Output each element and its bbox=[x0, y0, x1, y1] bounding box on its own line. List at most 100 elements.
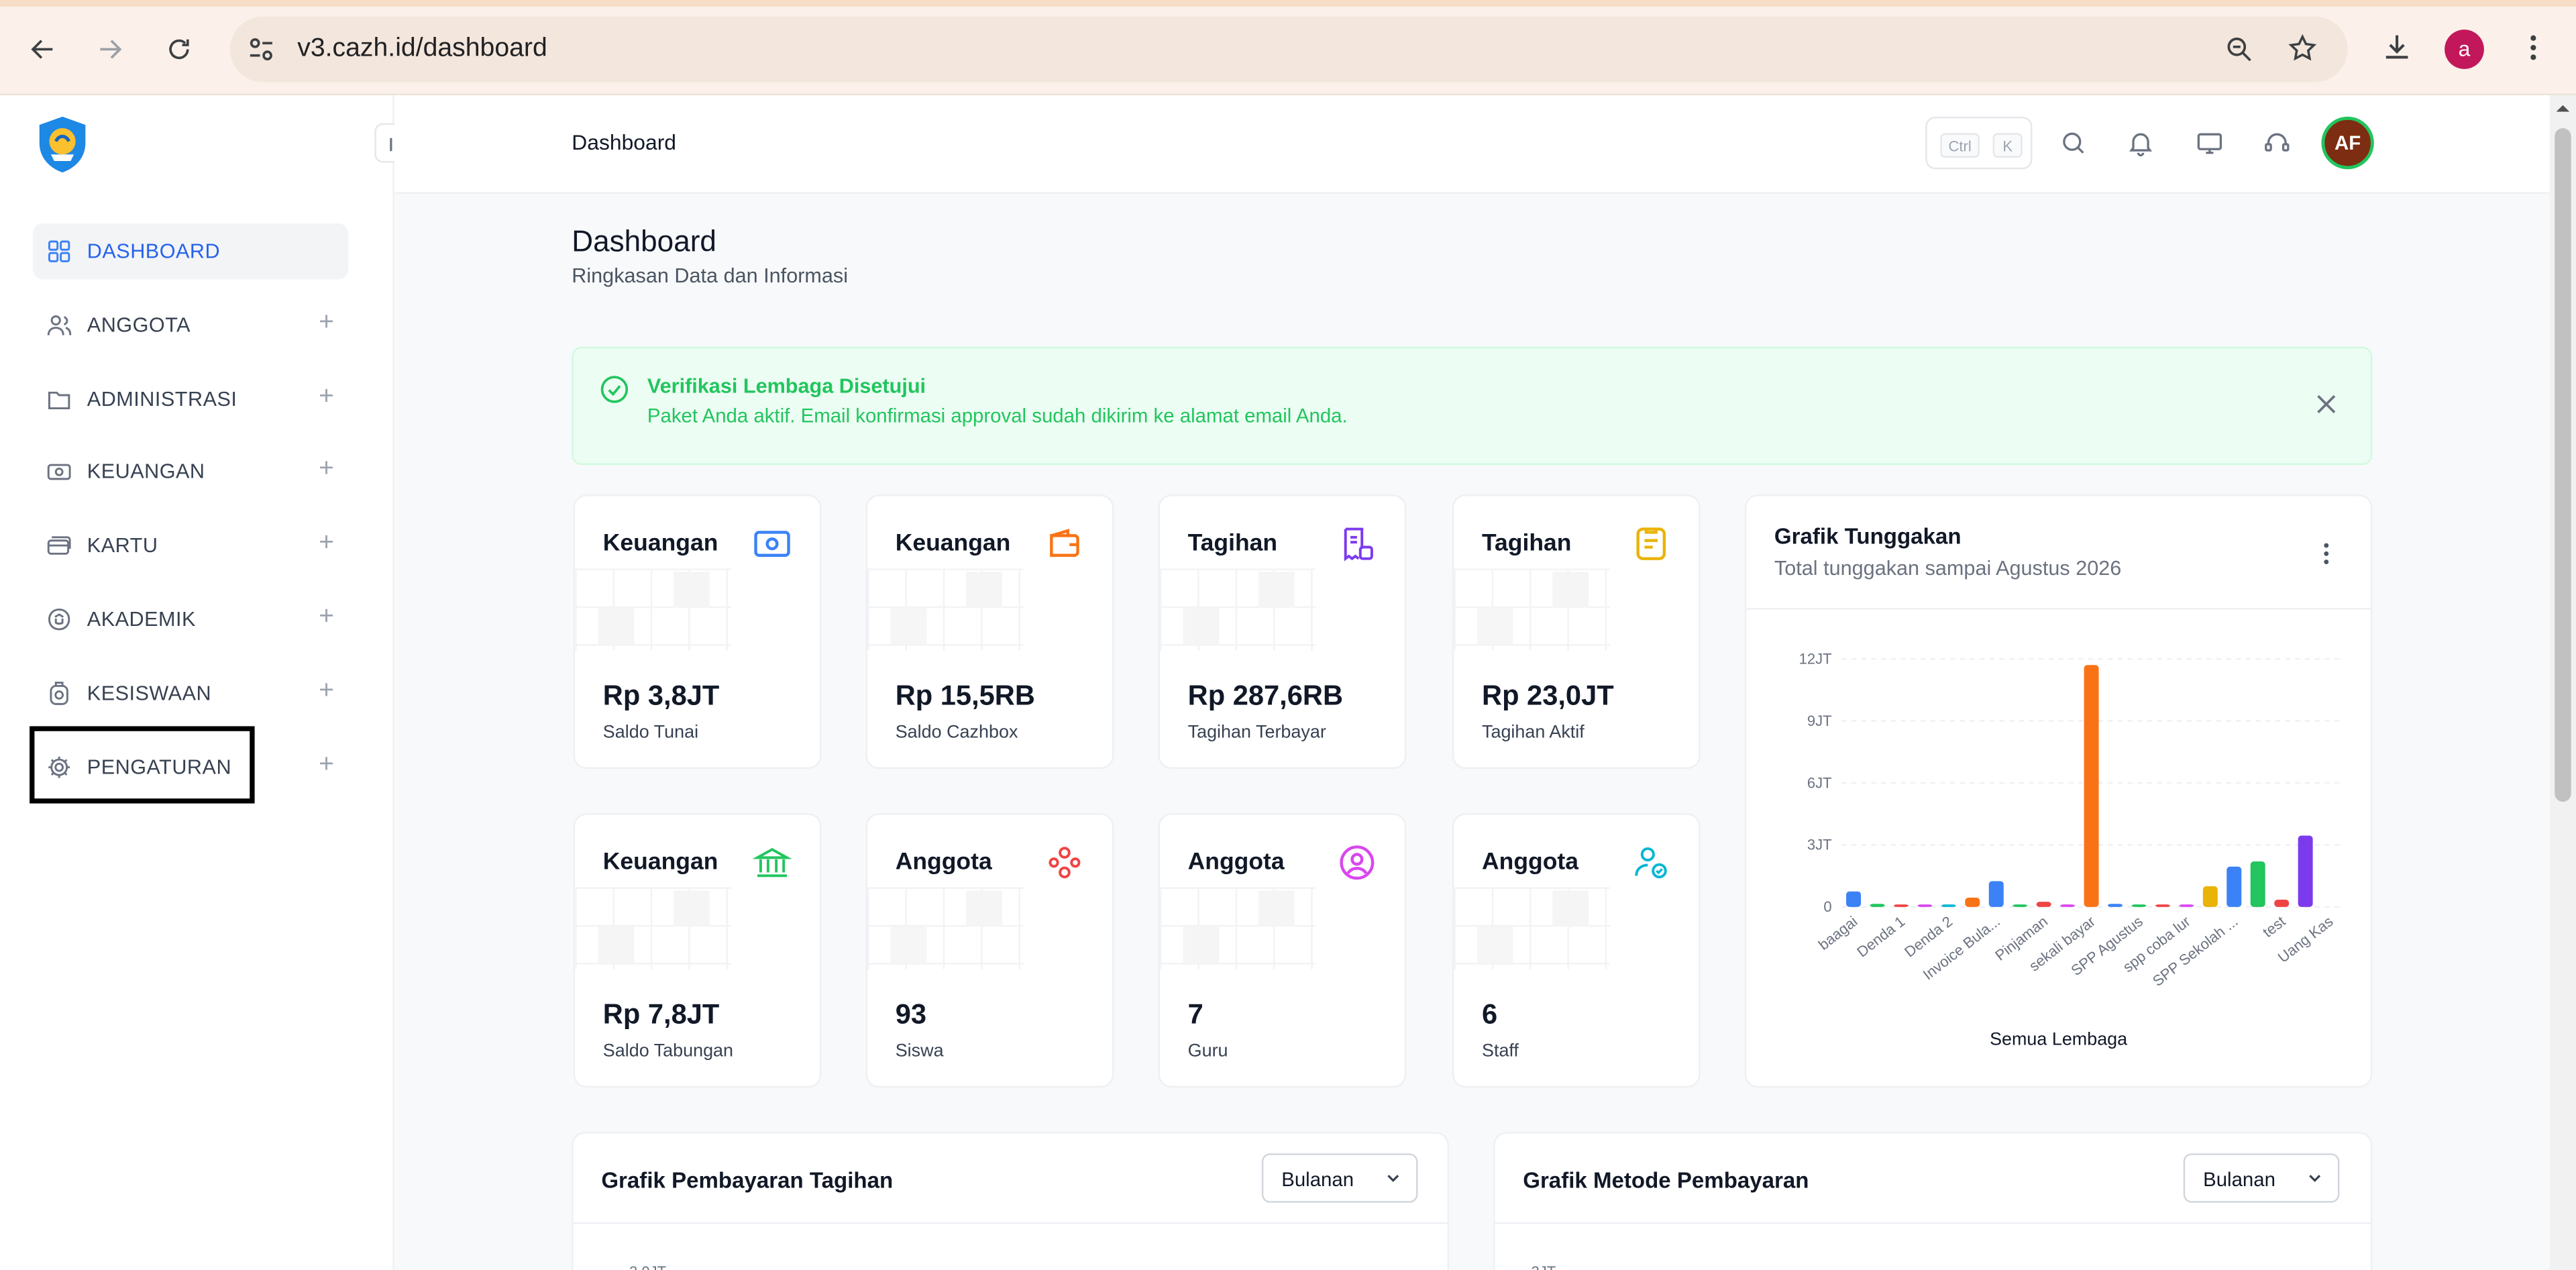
arrow-left-icon bbox=[31, 40, 53, 59]
bookmark-star-icon[interactable] bbox=[2287, 33, 2318, 64]
stat-card[interactable]: Keuangan Rp 7,8JT Saldo Tabungan bbox=[573, 813, 822, 1088]
invoice-icon bbox=[1636, 527, 1666, 560]
download-icon[interactable] bbox=[2381, 32, 2414, 64]
expand-plus-icon[interactable]: + bbox=[319, 383, 334, 410]
chart-bar bbox=[2179, 904, 2194, 907]
card-pattern bbox=[1454, 568, 1611, 651]
user-circle-icon bbox=[1340, 845, 1375, 880]
browser-toolbar: v3.cazh.id/dashboard a bbox=[0, 0, 2576, 96]
stat-card[interactable]: Keuangan Rp 3,8JT Saldo Tunai bbox=[573, 494, 822, 770]
pembayaran-period-select[interactable]: Bulanan bbox=[1261, 1153, 1418, 1203]
sidebar-item-anggota[interactable]: ANGGOTA + bbox=[33, 297, 348, 353]
kebab-menu-icon[interactable] bbox=[2517, 32, 2550, 64]
profile-avatar[interactable]: a bbox=[2445, 30, 2484, 69]
users-icon bbox=[47, 315, 72, 335]
sidebar-item-kesiswaan[interactable]: KESISWAAN + bbox=[33, 665, 348, 721]
pembayaran-chart-card: Grafik Pembayaran Tagihan Bulanan 3,0JT bbox=[572, 1132, 1450, 1270]
stat-title: Tagihan bbox=[1481, 531, 1572, 558]
expand-plus-icon[interactable]: + bbox=[319, 678, 334, 704]
chart-bar bbox=[1941, 904, 1956, 907]
stat-card[interactable]: Anggota 6 Staff bbox=[1452, 813, 1701, 1088]
k-key: K bbox=[1992, 133, 2023, 158]
bank-icon bbox=[752, 847, 792, 878]
sidebar-item-akademik[interactable]: AKADEMIK + bbox=[33, 592, 348, 647]
reload-button[interactable] bbox=[154, 25, 203, 74]
sidebar-item-kartu[interactable]: KARTU + bbox=[33, 518, 348, 574]
stat-value: Rp 7,8JT bbox=[602, 998, 720, 1030]
chart-title: Grafik Tunggakan bbox=[1774, 524, 1962, 549]
page-scrollbar[interactable] bbox=[2549, 95, 2576, 1270]
bell-icon[interactable] bbox=[2126, 128, 2155, 158]
expand-plus-icon[interactable]: + bbox=[319, 751, 334, 778]
command-palette-button[interactable]: Ctrl K bbox=[1925, 116, 2033, 170]
sidebar-item-administrasi[interactable]: ADMINISTRASI + bbox=[33, 370, 348, 426]
alert-message: Paket Anda aktif. Email konfirmasi appro… bbox=[647, 404, 1348, 427]
arrow-right-icon bbox=[100, 40, 122, 59]
chart-bar bbox=[1846, 891, 1862, 907]
stat-card[interactable]: Keuangan Rp 15,5RB Saldo Cazhbox bbox=[865, 494, 1114, 770]
chart-bar bbox=[2226, 866, 2242, 907]
sidebar-item-dashboard[interactable]: DASHBOARD bbox=[32, 223, 349, 280]
address-bar[interactable] bbox=[229, 16, 2348, 83]
chart-bar bbox=[2250, 861, 2265, 907]
chart-bar bbox=[2060, 904, 2076, 907]
sidebar-item-keuangan[interactable]: KEUANGAN + bbox=[33, 444, 348, 500]
forward-button[interactable] bbox=[85, 25, 134, 74]
wallet-icon bbox=[1050, 529, 1079, 557]
x-tick-label: test bbox=[2259, 913, 2288, 941]
tunggakan-chart-card: Grafik Tunggakan Total tunggakan sampai … bbox=[1744, 494, 2373, 1088]
x-tick-label: SPP Sekolah ... bbox=[2149, 913, 2241, 990]
page-title: Dashboard bbox=[572, 225, 716, 258]
sidebar-item-label: ANGGOTA bbox=[87, 313, 191, 337]
academic-icon bbox=[48, 608, 70, 631]
chart-bar bbox=[1965, 897, 1980, 907]
stat-title: Anggota bbox=[895, 849, 992, 876]
y-tick-label: 9JT bbox=[1807, 712, 1832, 729]
chart-bar bbox=[2036, 902, 2051, 907]
user-avatar[interactable]: AF bbox=[2321, 116, 2374, 170]
logo[interactable] bbox=[32, 113, 94, 176]
metode-period-select[interactable]: Bulanan bbox=[2183, 1153, 2340, 1203]
group-icon bbox=[1049, 847, 1081, 879]
expand-plus-icon[interactable]: + bbox=[319, 457, 334, 484]
close-alert-icon[interactable] bbox=[2315, 392, 2338, 415]
breadcrumb[interactable]: Dashboard bbox=[572, 129, 676, 154]
sidebar-item-label: DASHBOARD bbox=[87, 240, 221, 263]
back-button[interactable] bbox=[18, 25, 67, 74]
scrollbar-thumb[interactable] bbox=[2555, 128, 2571, 802]
site-settings-icon[interactable] bbox=[246, 34, 276, 64]
monitor-icon[interactable] bbox=[2195, 128, 2224, 158]
stat-label: Tagihan Terbayar bbox=[1187, 723, 1326, 743]
expand-plus-icon[interactable]: + bbox=[319, 309, 334, 336]
zoom-icon[interactable] bbox=[2224, 34, 2254, 64]
metode-chart-card: Grafik Metode Pembayaran Bulanan 3JT bbox=[1493, 1132, 2373, 1270]
reload-icon bbox=[169, 39, 189, 60]
sidebar-item-label: KARTU bbox=[87, 534, 158, 558]
sidebar-item-label: ADMINISTRASI bbox=[87, 386, 237, 411]
search-icon[interactable] bbox=[2059, 128, 2088, 158]
card-pattern bbox=[1159, 568, 1316, 651]
stat-title: Keuangan bbox=[602, 849, 718, 876]
stat-card[interactable]: Tagihan Rp 23,0JT Tagihan Aktif bbox=[1452, 494, 1701, 770]
y-tick-label: 12JT bbox=[1799, 650, 1832, 667]
scroll-up-icon[interactable] bbox=[2556, 102, 2570, 115]
stat-card[interactable]: Anggota 7 Guru bbox=[1158, 813, 1407, 1088]
card-pattern bbox=[1159, 887, 1316, 969]
chart-subtitle: Total tunggakan sampai Agustus 2026 bbox=[1774, 557, 2122, 580]
stat-value: 7 bbox=[1187, 998, 1203, 1030]
headset-icon[interactable] bbox=[2262, 128, 2292, 158]
chart-menu-icon[interactable] bbox=[2315, 541, 2338, 567]
stat-card[interactable]: Anggota 93 Siswa bbox=[865, 813, 1114, 1088]
y-tick-label: 6JT bbox=[1807, 774, 1832, 791]
stat-title: Anggota bbox=[1481, 849, 1578, 876]
expand-plus-icon[interactable]: + bbox=[319, 604, 334, 631]
x-axis-label: Semua Lembaga bbox=[1990, 1029, 2127, 1049]
invoice-paid-icon bbox=[1344, 527, 1373, 562]
divider bbox=[1746, 608, 2371, 610]
stat-card[interactable]: Tagihan Rp 287,6RB Tagihan Terbayar bbox=[1158, 494, 1407, 770]
cards-icon bbox=[47, 536, 71, 555]
expand-plus-icon[interactable]: + bbox=[319, 530, 334, 557]
check-circle-icon bbox=[598, 373, 631, 406]
chart-bar bbox=[1917, 904, 1933, 907]
chevron-down-icon bbox=[2309, 1175, 2321, 1182]
